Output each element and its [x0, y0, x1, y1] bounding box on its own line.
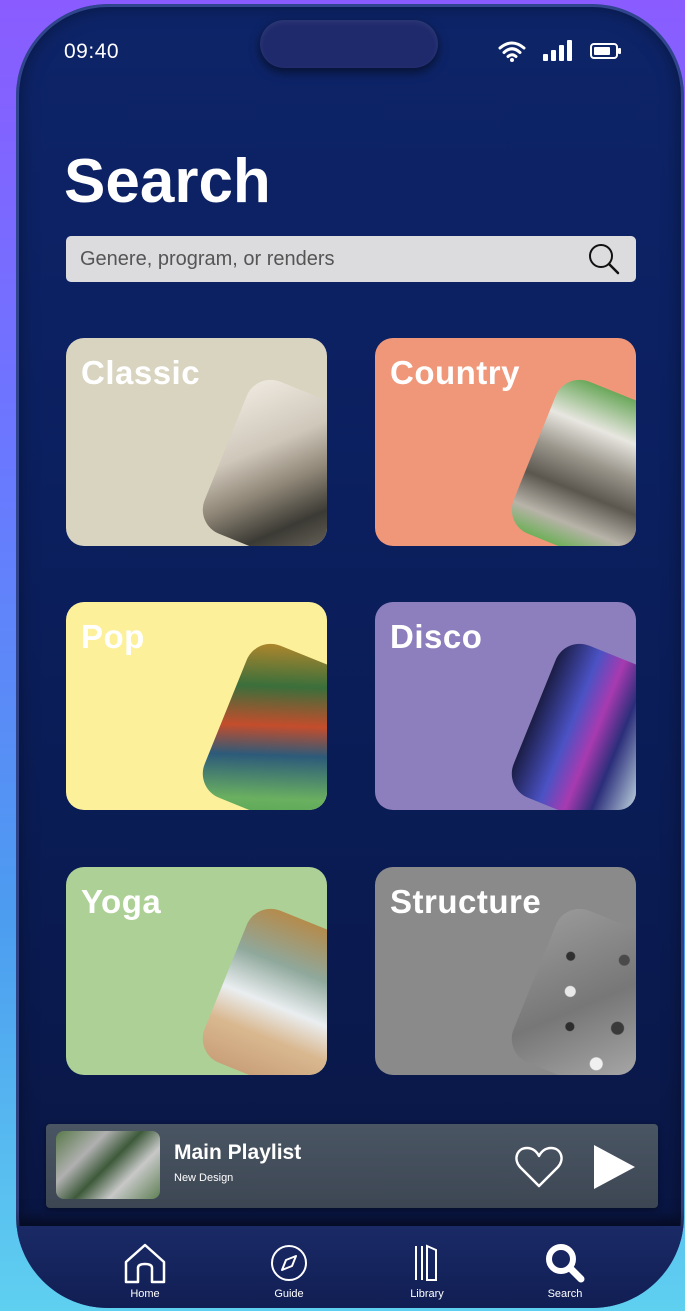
- category-label: Structure: [390, 883, 542, 920]
- tab-label: Guide: [274, 1288, 304, 1300]
- library-icon: [415, 1244, 437, 1281]
- tab-label: Home: [130, 1288, 160, 1300]
- status-icons: [498, 40, 622, 62]
- category-label: Yoga: [81, 883, 162, 920]
- page-title: Search: [64, 147, 271, 216]
- now-playing-subtitle: New Design: [174, 1172, 234, 1184]
- category-label: Classic: [81, 354, 201, 391]
- category-tile-classic[interactable]: Classic: [66, 338, 327, 546]
- status-time: 09:40: [64, 40, 120, 63]
- tab-search[interactable]: Search: [520, 1242, 610, 1300]
- play-icon[interactable]: [590, 1142, 638, 1192]
- home-icon: [124, 1243, 166, 1284]
- mini-player[interactable]: Main Playlist New Design: [46, 1124, 658, 1208]
- category-artwork: [194, 635, 327, 810]
- compass-icon: [271, 1245, 307, 1281]
- phone-frame: 09:40 Search Classi: [16, 4, 684, 1308]
- search-button[interactable]: [586, 241, 622, 277]
- magnifier-icon: [589, 244, 620, 275]
- tab-library[interactable]: Library: [382, 1242, 472, 1300]
- category-artwork: [194, 371, 327, 546]
- tab-home[interactable]: Home: [100, 1242, 190, 1300]
- tab-bar: Home Guide Library Search: [16, 1226, 684, 1308]
- category-artwork: [503, 371, 636, 546]
- wifi-icon: [498, 41, 526, 62]
- category-artwork: [503, 635, 636, 810]
- playlist-thumbnail: [56, 1131, 160, 1199]
- dynamic-island: [260, 20, 438, 68]
- category-label: Disco: [390, 618, 483, 655]
- category-label: Pop: [81, 618, 145, 655]
- battery-icon: [590, 43, 621, 59]
- search-input[interactable]: [80, 247, 586, 271]
- now-playing-title: Main Playlist: [174, 1141, 302, 1164]
- tab-guide[interactable]: Guide: [244, 1242, 334, 1300]
- category-tile-structure[interactable]: Structure: [375, 867, 636, 1075]
- category-tile-pop[interactable]: Pop: [66, 602, 327, 810]
- search-icon: [546, 1244, 585, 1283]
- tab-label: Search: [547, 1288, 583, 1300]
- category-artwork: [194, 900, 327, 1075]
- category-artwork: [503, 900, 636, 1075]
- heart-icon[interactable]: [514, 1144, 564, 1190]
- search-bar: [66, 236, 636, 282]
- tab-label: Library: [410, 1288, 444, 1300]
- cellular-signal-icon: [543, 40, 572, 61]
- category-tile-country[interactable]: Country: [375, 338, 636, 546]
- category-label: Country: [390, 354, 520, 391]
- category-tile-disco[interactable]: Disco: [375, 602, 636, 810]
- category-tile-yoga[interactable]: Yoga: [66, 867, 327, 1075]
